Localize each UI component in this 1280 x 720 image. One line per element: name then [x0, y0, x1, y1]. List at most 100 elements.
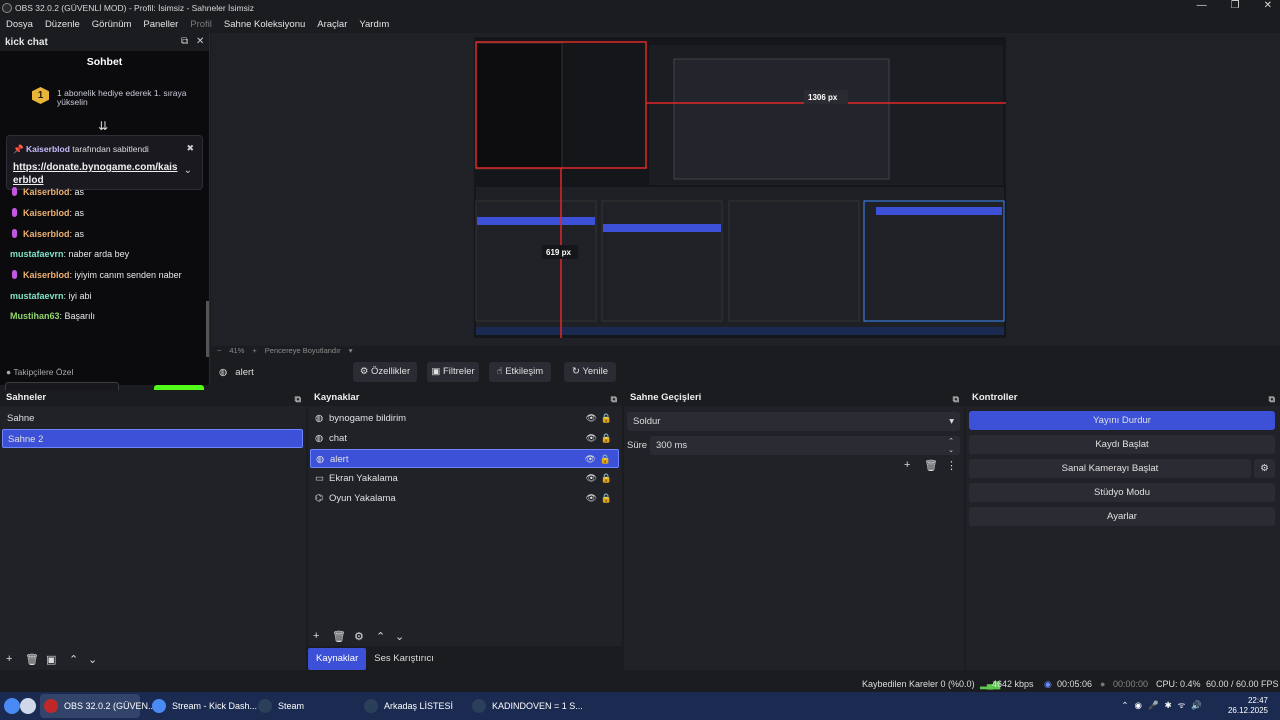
duration-spinbox[interactable]: 300 ms ⌃ ⌄	[650, 436, 960, 455]
scroll-down-icon[interactable]: ⇊	[98, 119, 108, 133]
filters-button[interactable]: ▣ Filtreler	[427, 362, 479, 382]
maximize-icon[interactable]: ❐	[1231, 0, 1240, 11]
popout-icon[interactable]: ⧉	[181, 36, 188, 47]
dock-tabs: Kaynaklar Ses Karıştırıcı	[308, 648, 442, 670]
scene-item-selected[interactable]: Sahne 2	[2, 429, 303, 448]
chat-username[interactable]: mustafaevrn	[10, 249, 64, 259]
menu-tools[interactable]: Araçlar	[317, 19, 347, 30]
add-icon[interactable]: +	[904, 459, 910, 471]
pinned-link[interactable]: https://donate.bynogame.com/kaiserblod	[13, 161, 178, 187]
start-icon[interactable]	[4, 698, 20, 714]
menu-view[interactable]: Görünüm	[92, 19, 132, 30]
taskbar-app[interactable]: Steam	[254, 694, 354, 718]
chat-username[interactable]: mustafaevrn	[10, 291, 64, 301]
spin-arrows-icon[interactable]: ⌃ ⌄	[948, 437, 954, 455]
trash-icon[interactable]: 🗑	[332, 630, 346, 643]
scenes-dock: Sahneler ⧉ Sahne Sahne 2 + 🗑 ▣ ⌃ ⌄	[0, 390, 306, 670]
nested-preview-inner	[673, 58, 890, 180]
visibility-eye-icon[interactable]: 👁	[586, 489, 597, 508]
start-recording-button[interactable]: Kaydı Başlat	[969, 435, 1275, 454]
chat-username[interactable]: Kaiserblod	[23, 208, 70, 218]
popout-icon[interactable]: ⧉	[953, 391, 959, 407]
popout-icon[interactable]: ⧉	[295, 391, 301, 407]
unpin-icon[interactable]: ✖	[186, 143, 194, 154]
visibility-eye-icon[interactable]: 👁	[586, 409, 597, 428]
source-name: Ekran Yakalama	[329, 473, 398, 484]
properties-button[interactable]: ⚙ Özellikler	[353, 362, 417, 382]
chat-text: iyiyim canım senden naber	[74, 270, 182, 280]
app-icon	[258, 699, 272, 713]
preview-area[interactable]: 619 px 1306 px	[211, 33, 1280, 346]
gear-icon[interactable]: ⚙	[354, 630, 364, 643]
scene-item[interactable]: Sahne	[2, 409, 302, 428]
virtual-camera-settings-icon[interactable]: ⚙	[1254, 459, 1275, 478]
source-item[interactable]: ◍ bynogame bildirim 👁 🔒	[310, 409, 619, 428]
lock-icon[interactable]: 🔒	[601, 469, 612, 488]
chevron-down-icon[interactable]: ▾	[349, 346, 353, 355]
visibility-eye-icon[interactable]: 👁	[586, 429, 597, 448]
interact-button[interactable]: ☝ Etkileşim	[489, 362, 551, 382]
move-down-icon[interactable]: ⌄	[88, 653, 97, 666]
lock-icon[interactable]: 🔒	[601, 429, 612, 448]
menu-edit[interactable]: Düzenle	[45, 19, 80, 30]
chat-username[interactable]: Kaiserblod	[23, 229, 70, 239]
source-item[interactable]: ▭ Ekran Yakalama 👁 🔒	[310, 469, 619, 488]
chat-username[interactable]: Kaiserblod	[23, 270, 70, 280]
chat-message: Kaiserblod: as	[10, 187, 84, 197]
more-icon[interactable]: ⋮	[946, 459, 957, 472]
taskbar-app[interactable]: OBS 32.0.2 (GÜVEN...	[40, 694, 156, 718]
settings-button[interactable]: Ayarlar	[969, 507, 1275, 526]
tab-audio-mixer[interactable]: Ses Karıştırıcı	[366, 648, 442, 670]
filter-icon[interactable]: ▣	[46, 653, 56, 666]
fit-window-label[interactable]: Pencereye Boyutlandır	[265, 346, 341, 355]
menu-scene-collection[interactable]: Sahne Koleksiyonu	[224, 19, 305, 30]
taskbar-app[interactable]: Stream - Kick Dash...	[148, 694, 257, 718]
menu-help[interactable]: Yardım	[359, 19, 389, 30]
close-icon[interactable]: ✕	[1264, 0, 1272, 11]
chat-username[interactable]: Kaiserblod	[23, 187, 70, 197]
menu-docks[interactable]: Paneller	[143, 19, 178, 30]
chat-text: as	[74, 187, 85, 197]
mic-badge-icon	[12, 229, 17, 238]
search-icon[interactable]	[20, 698, 36, 714]
taskbar-app[interactable]: KADINDOVEN = 1 S...	[468, 694, 583, 718]
move-up-icon[interactable]: ⌃	[69, 653, 78, 666]
zoom-in-icon[interactable]: +	[252, 346, 256, 355]
move-up-icon[interactable]: ⌃	[376, 630, 385, 643]
minimize-icon[interactable]: —	[1197, 0, 1207, 11]
lock-icon[interactable]: 🔒	[600, 450, 611, 469]
chat-scrollbar[interactable]	[206, 301, 209, 357]
source-item[interactable]: ◍ chat 👁 🔒	[310, 429, 619, 448]
tab-sources[interactable]: Kaynaklar	[308, 648, 367, 670]
trash-icon[interactable]: 🗑	[25, 653, 39, 666]
refresh-label: Yenile	[582, 366, 608, 377]
chat-username[interactable]: Mustihan63	[10, 311, 60, 321]
popout-icon[interactable]: ⧉	[1269, 391, 1275, 407]
preview-canvas[interactable]: 619 px 1306 px	[474, 37, 1006, 338]
lock-icon[interactable]: 🔒	[601, 409, 612, 428]
visibility-eye-icon[interactable]: 👁	[586, 469, 597, 488]
nested-chat-panel	[475, 42, 563, 170]
source-item[interactable]: ⌬ Oyun Yakalama 👁 🔒	[310, 489, 619, 508]
move-down-icon[interactable]: ⌄	[395, 630, 404, 643]
add-icon[interactable]: +	[313, 630, 319, 642]
trash-icon[interactable]: 🗑	[924, 459, 938, 472]
studio-mode-button[interactable]: Stüdyo Modu	[969, 483, 1275, 502]
sub-gift-banner[interactable]: 1 1 abonelik hediye ederek 1. sıraya yük…	[32, 87, 192, 107]
tray-icons[interactable]: ⌃◉🎤✱ᯤ🔊	[1121, 700, 1208, 711]
clock[interactable]: 22:47 26.12.2025	[1228, 696, 1268, 716]
lock-icon[interactable]: 🔒	[601, 489, 612, 508]
source-item-selected[interactable]: ◍ alert 👁 🔒	[310, 449, 619, 468]
popout-icon[interactable]: ⧉	[611, 391, 617, 407]
refresh-button[interactable]: ↻ Yenile	[564, 362, 616, 382]
add-icon[interactable]: +	[6, 653, 12, 665]
stop-streaming-button[interactable]: Yayını Durdur	[969, 411, 1275, 430]
start-virtual-camera-button[interactable]: Sanal Kamerayı Başlat	[969, 459, 1251, 478]
menu-file[interactable]: Dosya	[6, 19, 33, 30]
close-icon[interactable]: ✕	[196, 36, 204, 47]
transition-select[interactable]: Soldur ▾	[627, 412, 960, 431]
zoom-out-icon[interactable]: −	[217, 346, 221, 355]
visibility-eye-icon[interactable]: 👁	[585, 450, 596, 469]
chevron-down-icon[interactable]: ⌄	[184, 165, 192, 176]
taskbar-app[interactable]: Arkadaş LİSTESİ	[360, 694, 460, 718]
